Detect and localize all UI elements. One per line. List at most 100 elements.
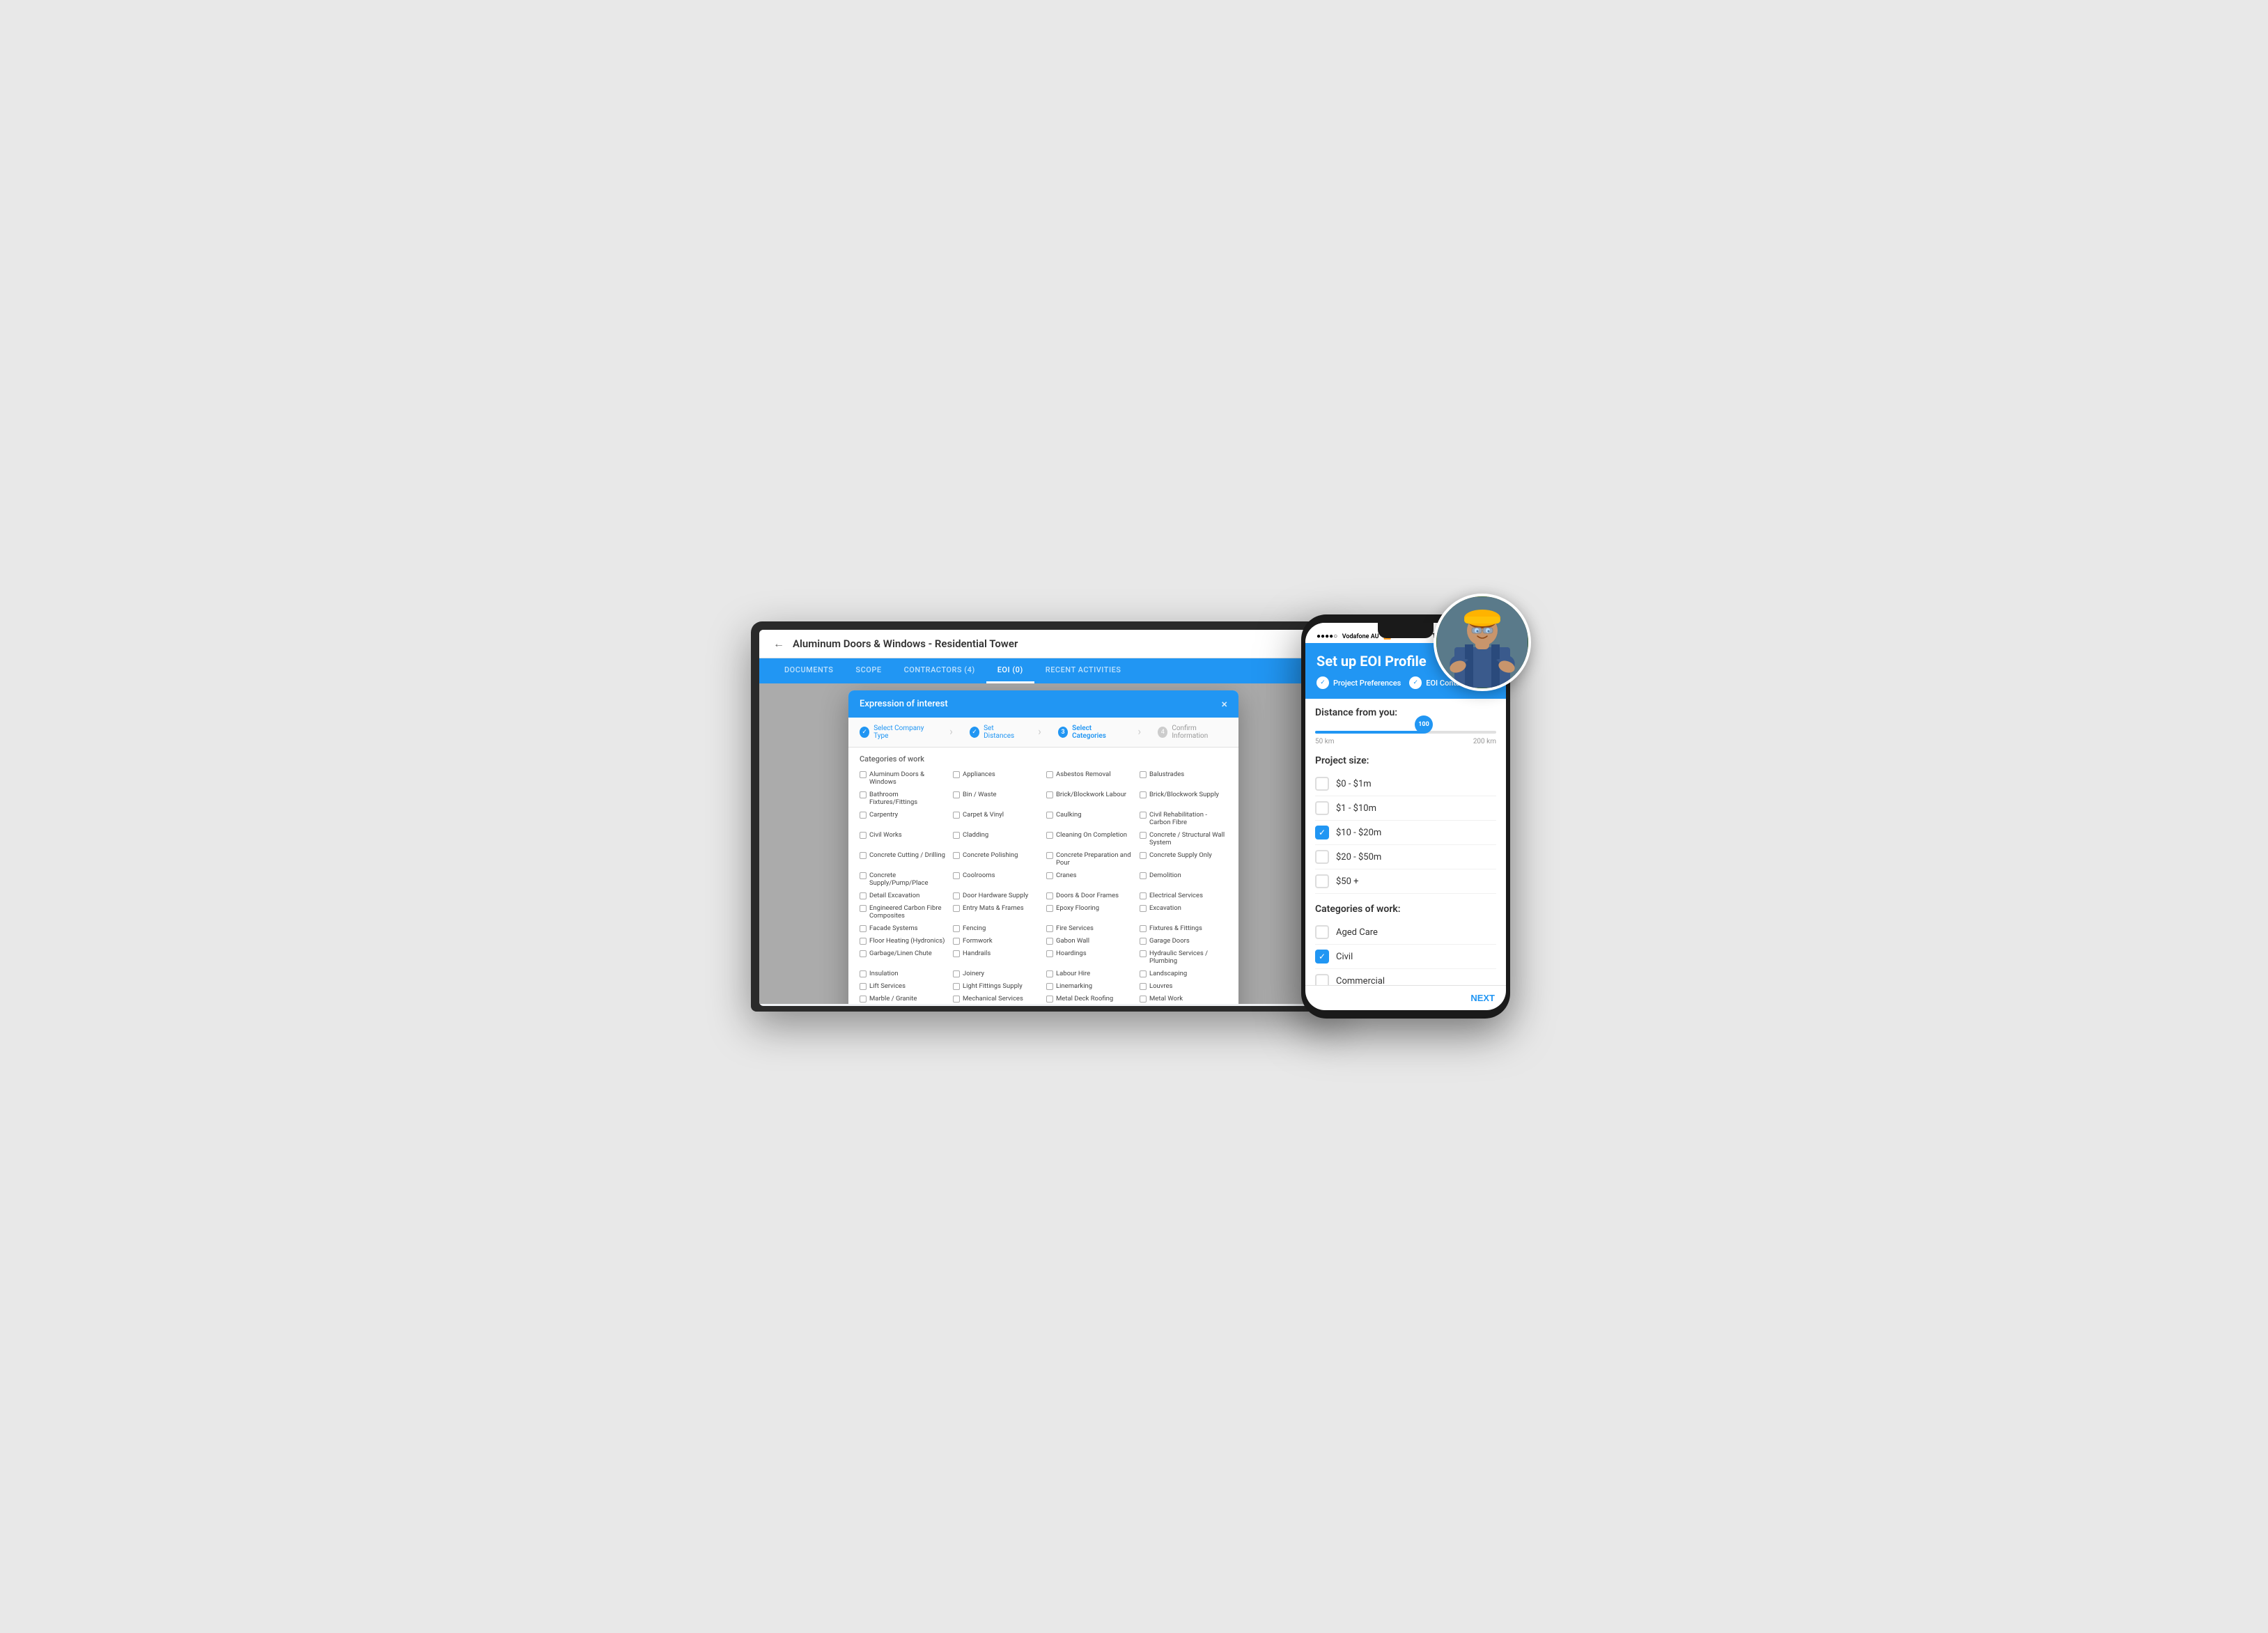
category-checkbox[interactable] [1046, 996, 1053, 1003]
size-checkbox[interactable] [1315, 801, 1329, 815]
list-item[interactable]: Linemarking [1046, 981, 1134, 991]
list-item[interactable]: Hoardings [1046, 948, 1134, 966]
list-item[interactable]: $20 - $50m [1315, 845, 1496, 869]
list-item[interactable]: Aged Care [1315, 920, 1496, 945]
category-checkbox[interactable] [953, 791, 960, 798]
category-checkbox[interactable] [1140, 812, 1147, 819]
list-item[interactable]: Concrete Supply/Pump/Place [860, 870, 947, 888]
list-item[interactable]: Doors & Door Frames [1046, 890, 1134, 901]
list-item[interactable]: Metal Work [1140, 993, 1227, 1004]
category-checkbox[interactable] [953, 852, 960, 859]
list-item[interactable]: Insulation [860, 968, 947, 979]
list-item[interactable]: Concrete Supply Only [1140, 850, 1227, 868]
list-item[interactable]: Electrical Services [1140, 890, 1227, 901]
category-checkbox[interactable] [1046, 812, 1053, 819]
category-checkbox[interactable] [953, 950, 960, 957]
list-item[interactable]: Formwork [953, 936, 1041, 946]
list-item[interactable]: Civil Rehabilitation - Carbon Fibre [1140, 810, 1227, 828]
back-button[interactable]: ← [773, 637, 784, 651]
list-item[interactable]: $1 - $10m [1315, 796, 1496, 821]
list-item[interactable]: Caulking [1046, 810, 1134, 828]
list-item[interactable]: Louvres [1140, 981, 1227, 991]
category-work-checkbox[interactable] [1315, 974, 1329, 985]
size-checkbox[interactable] [1315, 850, 1329, 864]
list-item[interactable]: Joinery [953, 968, 1041, 979]
list-item[interactable]: Appliances [953, 769, 1041, 787]
list-item[interactable]: Floor Heating (Hydronics) [860, 936, 947, 946]
category-checkbox[interactable] [953, 872, 960, 879]
modal-body[interactable]: Categories of work Aluminum Doors & Wind… [848, 748, 1238, 1004]
phone-next-button[interactable]: NEXT [1470, 993, 1495, 1003]
size-checkbox[interactable] [1315, 777, 1329, 791]
category-checkbox[interactable] [1140, 832, 1147, 839]
list-item[interactable]: Asbestos Removal [1046, 769, 1134, 787]
category-checkbox[interactable] [860, 996, 867, 1003]
distance-slider[interactable]: 100 [1315, 731, 1496, 734]
category-checkbox[interactable] [1140, 950, 1147, 957]
category-checkbox[interactable] [953, 812, 960, 819]
list-item[interactable]: Entry Mats & Frames [953, 903, 1041, 921]
list-item[interactable]: Marble / Granite [860, 993, 947, 1004]
list-item[interactable]: Civil Works [860, 830, 947, 848]
tab-recent-activities[interactable]: RECENT ACTIVITIES [1034, 658, 1133, 683]
category-checkbox[interactable] [1046, 791, 1053, 798]
category-checkbox[interactable] [1140, 852, 1147, 859]
category-checkbox[interactable] [1046, 832, 1053, 839]
list-item[interactable]: Bathroom Fixtures/Fittings [860, 789, 947, 807]
category-checkbox[interactable] [1046, 905, 1053, 912]
list-item[interactable]: Carpentry [860, 810, 947, 828]
category-checkbox[interactable] [860, 970, 867, 977]
list-item[interactable]: Lift Services [860, 981, 947, 991]
list-item[interactable]: Metal Deck Roofing [1046, 993, 1134, 1004]
phone-body[interactable]: Distance from you: 100 50 km 200 km [1305, 699, 1506, 985]
category-work-checkbox[interactable] [1315, 925, 1329, 939]
category-checkbox[interactable] [1046, 872, 1053, 879]
list-item[interactable]: Cleaning On Completion [1046, 830, 1134, 848]
category-checkbox[interactable] [1140, 996, 1147, 1003]
category-checkbox[interactable] [1046, 950, 1053, 957]
category-checkbox[interactable] [860, 872, 867, 879]
category-work-checkbox[interactable]: ✓ [1315, 950, 1329, 963]
category-checkbox[interactable] [1046, 925, 1053, 932]
list-item[interactable]: Gabon Wall [1046, 936, 1134, 946]
category-checkbox[interactable] [953, 938, 960, 945]
list-item[interactable]: Garbage/Linen Chute [860, 948, 947, 966]
category-checkbox[interactable] [1140, 938, 1147, 945]
list-item[interactable]: Epoxy Flooring [1046, 903, 1134, 921]
list-item[interactable]: Facade Systems [860, 923, 947, 934]
list-item[interactable]: Garage Doors [1140, 936, 1227, 946]
category-checkbox[interactable] [860, 905, 867, 912]
category-checkbox[interactable] [860, 892, 867, 899]
list-item[interactable]: Brick/Blockwork Labour [1046, 789, 1134, 807]
category-checkbox[interactable] [953, 925, 960, 932]
list-item[interactable]: ✓$10 - $20m [1315, 821, 1496, 845]
category-checkbox[interactable] [953, 983, 960, 990]
list-item[interactable]: Fire Services [1046, 923, 1134, 934]
slider-thumb[interactable]: 100 [1415, 723, 1433, 741]
list-item[interactable]: Concrete Preparation and Pour [1046, 850, 1134, 868]
category-checkbox[interactable] [953, 892, 960, 899]
modal-close-button[interactable]: × [1221, 697, 1227, 711]
category-checkbox[interactable] [860, 852, 867, 859]
list-item[interactable]: Concrete Polishing [953, 850, 1041, 868]
category-checkbox[interactable] [1140, 872, 1147, 879]
category-checkbox[interactable] [1046, 771, 1053, 778]
tab-eoi[interactable]: EOI (0) [986, 658, 1034, 683]
tab-contractors[interactable]: CONTRACTORS (4) [893, 658, 986, 683]
category-checkbox[interactable] [860, 983, 867, 990]
list-item[interactable]: Bin / Waste [953, 789, 1041, 807]
category-checkbox[interactable] [860, 938, 867, 945]
tab-scope[interactable]: SCOPE [844, 658, 892, 683]
list-item[interactable]: Handrails [953, 948, 1041, 966]
category-checkbox[interactable] [1046, 938, 1053, 945]
category-checkbox[interactable] [953, 905, 960, 912]
list-item[interactable]: Commercial [1315, 969, 1496, 985]
list-item[interactable]: Excavation [1140, 903, 1227, 921]
category-checkbox[interactable] [1140, 983, 1147, 990]
category-checkbox[interactable] [1046, 983, 1053, 990]
size-checkbox[interactable]: ✓ [1315, 826, 1329, 839]
category-checkbox[interactable] [1140, 771, 1147, 778]
category-checkbox[interactable] [953, 996, 960, 1003]
category-checkbox[interactable] [860, 771, 867, 778]
list-item[interactable]: Mechanical Services [953, 993, 1041, 1004]
